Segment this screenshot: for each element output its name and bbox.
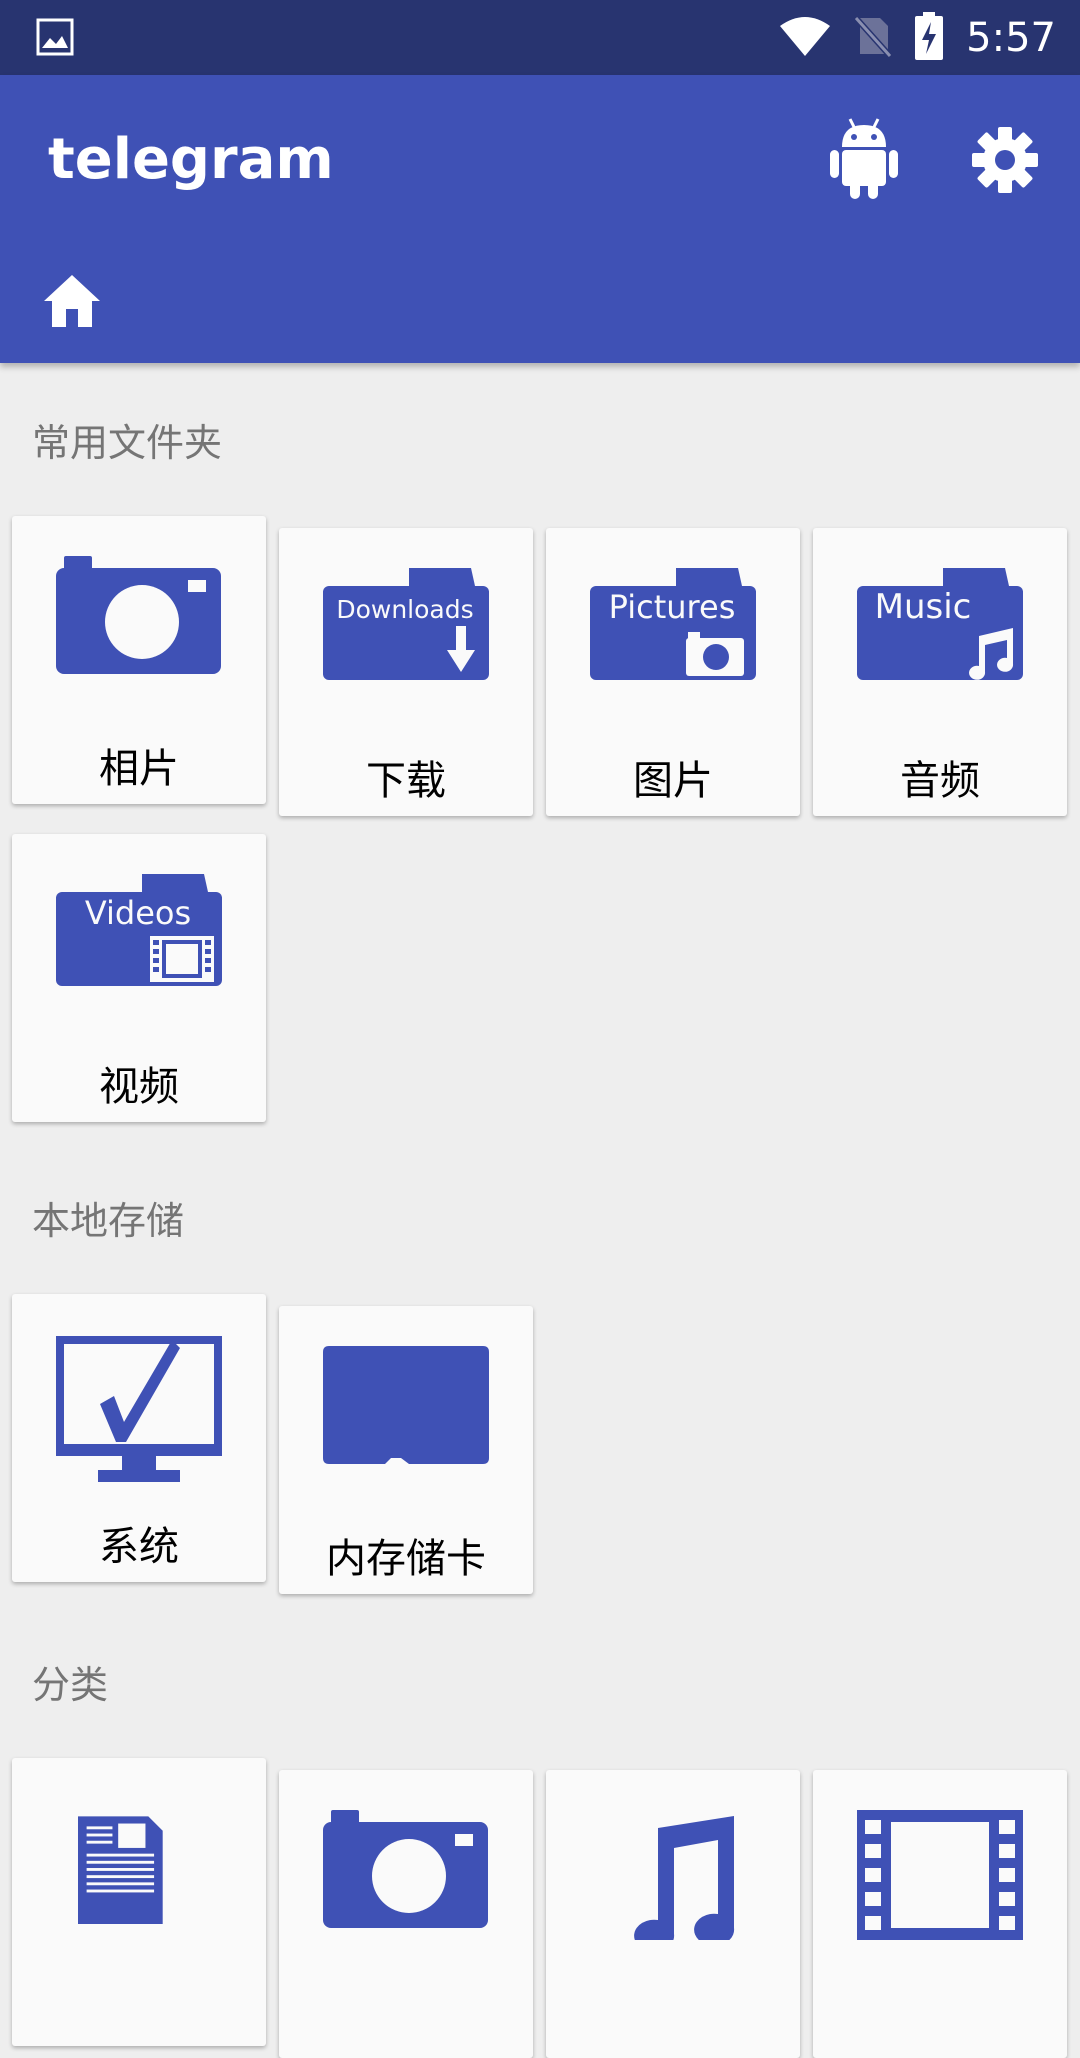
storage-card-system[interactable]: 系统 — [12, 1294, 266, 1582]
section-title-common: 常用文件夹 — [32, 421, 223, 465]
pictures-folder-icon: Pictures — [590, 568, 756, 680]
folder-tag: Pictures — [609, 588, 736, 626]
status-bar: 5:57 — [0, 0, 1080, 75]
document-icon — [78, 1816, 163, 1924]
settings-button[interactable] — [972, 127, 1038, 193]
app-bar: telegram — [0, 75, 1080, 363]
storage-label: 系统 — [99, 1524, 179, 1570]
category-card-documents[interactable] — [12, 1758, 266, 2046]
android-button[interactable] — [830, 117, 898, 199]
folder-card-pictures[interactable]: Pictures 图片 — [546, 528, 800, 816]
battery-charging-icon — [914, 12, 944, 64]
sd-card-icon — [323, 1346, 489, 1464]
folder-card-music[interactable]: Music 音频 — [813, 528, 1067, 816]
section-title-category: 分类 — [32, 1663, 109, 1707]
folder-tag: Downloads — [336, 595, 473, 624]
music-folder-icon: Music — [857, 568, 1023, 680]
status-time: 5:57 — [966, 15, 1056, 61]
folder-card-photos[interactable]: 相片 — [12, 516, 266, 804]
music-note-icon — [634, 1816, 735, 1940]
videos-folder-icon: Videos — [56, 874, 222, 986]
wifi-icon — [778, 14, 832, 62]
folder-tag: Videos — [85, 894, 191, 932]
folder-tag: Music — [875, 587, 972, 627]
folder-label: 音频 — [900, 758, 980, 804]
folder-label: 下载 — [366, 758, 446, 804]
downloads-folder-icon: Downloads — [323, 568, 489, 680]
folder-label: 相片 — [99, 746, 179, 792]
gear-icon — [972, 127, 1038, 193]
home-button[interactable] — [42, 273, 102, 329]
gallery-notification-icon — [36, 18, 74, 60]
android-icon — [830, 118, 898, 199]
category-card-images[interactable] — [279, 1770, 533, 2058]
section-title-local: 本地存储 — [32, 1199, 185, 1243]
category-card-music[interactable] — [546, 1770, 800, 2058]
no-sim-icon — [853, 14, 893, 62]
folder-label: 图片 — [633, 758, 713, 804]
category-card-videos[interactable] — [813, 1770, 1067, 2058]
camera-icon — [56, 556, 221, 674]
folder-label: 视频 — [99, 1064, 179, 1110]
camera-icon — [323, 1810, 488, 1928]
home-icon — [44, 275, 100, 327]
app-title: telegram — [48, 127, 334, 192]
folder-card-downloads[interactable]: Downloads 下载 — [279, 528, 533, 816]
folder-card-videos[interactable]: Videos 视频 — [12, 834, 266, 1122]
system-monitor-icon — [56, 1336, 222, 1482]
storage-label: 内存储卡 — [326, 1536, 486, 1582]
storage-card-internal[interactable]: 内存储卡 — [279, 1306, 533, 1594]
film-icon — [857, 1810, 1023, 1940]
